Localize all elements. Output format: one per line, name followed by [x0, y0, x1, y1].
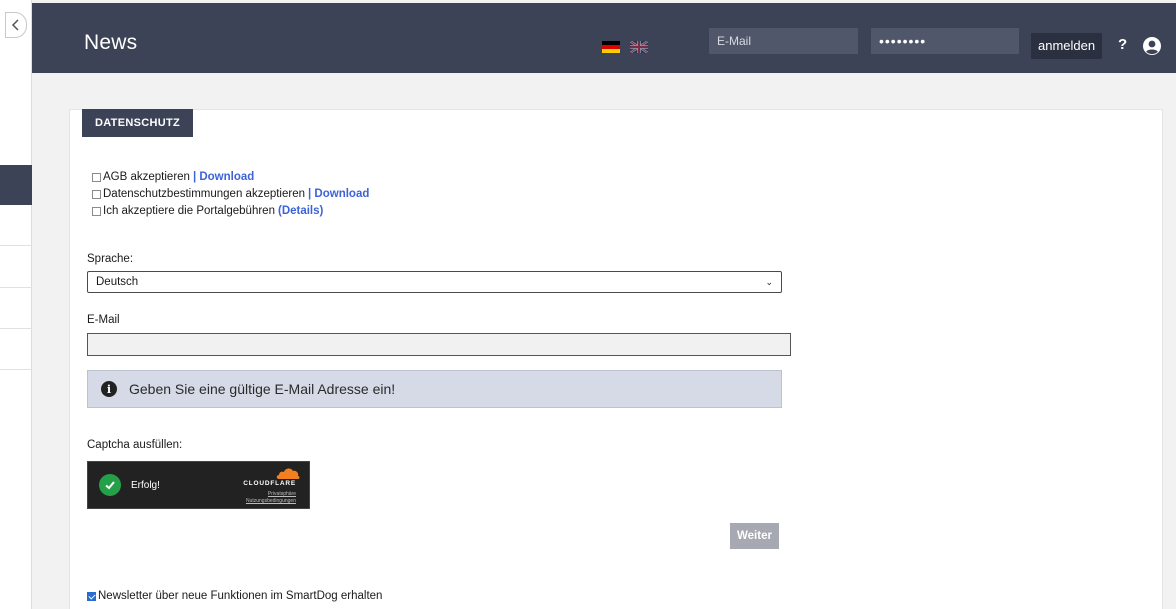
cloudflare-brand: CLOUDFLARE	[243, 480, 296, 487]
language-select[interactable]: Deutsch ⌄	[87, 271, 782, 293]
language-label: Sprache:	[87, 253, 134, 265]
privacy-label: Datenschutzbestimmungen akzeptieren	[103, 188, 306, 200]
top-header: News anmelden ?	[32, 3, 1176, 73]
checkmark-icon	[99, 474, 121, 496]
fees-checkbox[interactable]	[92, 206, 101, 216]
newsletter-checkbox[interactable]	[87, 591, 96, 601]
captcha-label: Captcha ausfüllen:	[87, 439, 183, 451]
weiter-button[interactable]: Weiter	[730, 523, 779, 549]
alert-text: Geben Sie eine gültige E-Mail Adresse ei…	[129, 381, 396, 397]
flag-de-icon[interactable]	[602, 41, 620, 53]
header-password-input[interactable]	[871, 28, 1019, 54]
agb-label: AGB akzeptieren	[103, 171, 190, 183]
chevron-left-icon	[11, 19, 19, 31]
chevron-down-icon: ⌄	[765, 276, 773, 287]
email-alert: i Geben Sie eine gültige E-Mail Adresse …	[87, 370, 782, 408]
privacy-checkbox-row: Datenschutzbestimmungen akzeptieren | Do…	[92, 188, 369, 200]
login-button[interactable]: anmelden	[1031, 33, 1103, 59]
page-title: News	[84, 31, 138, 54]
agb-checkbox[interactable]	[92, 172, 101, 182]
newsletter-row: Newsletter über neue Funktionen im Smart…	[87, 590, 382, 602]
sidebar-divider	[0, 369, 32, 370]
user-icon[interactable]	[1142, 36, 1162, 56]
left-sidebar	[0, 0, 32, 609]
agb-download-link[interactable]: | Download	[193, 171, 254, 183]
fees-checkbox-row: Ich akzeptiere die Portalgebühren (Detai…	[92, 205, 323, 217]
form-card	[69, 109, 1163, 609]
cloudflare-icon	[276, 468, 300, 479]
terms-link[interactable]: Nutzungsbedingungen	[246, 498, 296, 504]
info-icon: i	[101, 381, 117, 397]
privacy-checkbox[interactable]	[92, 189, 101, 199]
fees-label: Ich akzeptiere die Portalgebühren	[103, 205, 275, 217]
privacy-download-link[interactable]: | Download	[308, 188, 369, 200]
email-field[interactable]	[87, 333, 791, 356]
help-button[interactable]: ?	[1118, 36, 1127, 53]
sidebar-divider	[0, 245, 32, 246]
flag-uk-icon[interactable]	[630, 41, 648, 53]
newsletter-label: Newsletter über neue Funktionen im Smart…	[98, 590, 383, 602]
sidebar-divider	[0, 287, 32, 288]
sidebar-divider	[0, 328, 32, 329]
captcha-widget[interactable]: Erfolg! CLOUDFLARE Privatsphäre Nutzungs…	[87, 461, 310, 509]
email-label: E-Mail	[87, 314, 120, 326]
captcha-status: Erfolg!	[131, 480, 160, 491]
fees-details-link[interactable]: (Details)	[278, 205, 323, 217]
agb-checkbox-row: AGB akzeptieren | Download	[92, 171, 254, 183]
language-selected-value: Deutsch	[96, 276, 139, 288]
sidebar-toggle-button[interactable]	[5, 12, 27, 38]
tab-datenschutz[interactable]: DATENSCHUTZ	[82, 109, 193, 137]
privacy-link[interactable]: Privatsphäre	[268, 491, 296, 497]
header-email-input[interactable]	[709, 28, 858, 54]
sidebar-item-active[interactable]	[0, 165, 32, 205]
